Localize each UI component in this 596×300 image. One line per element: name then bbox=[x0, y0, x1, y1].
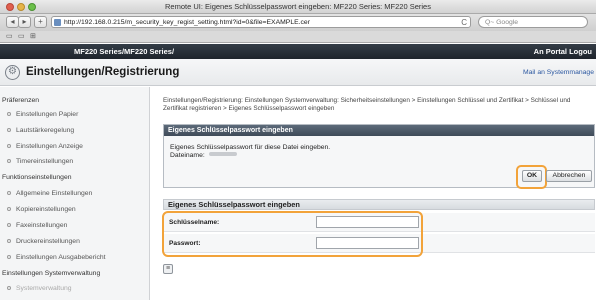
bullet-icon bbox=[7, 286, 11, 290]
favicon-icon bbox=[54, 19, 61, 26]
sidebar-item-label: Kopiereinstellungen bbox=[16, 206, 76, 213]
file-name-label: Dateiname: bbox=[170, 152, 205, 159]
settings-gear-icon: ⚙ bbox=[5, 65, 20, 80]
mail-admin-link[interactable]: Mail an Systemmanage bbox=[523, 69, 594, 76]
url-field[interactable]: http://192.168.0.215/m_security_key_regi… bbox=[51, 16, 471, 28]
bullet-icon bbox=[7, 223, 11, 227]
form-highlight bbox=[162, 211, 423, 257]
sidebar-item-label: Einstellungen Papier bbox=[16, 111, 79, 118]
sidebar-item-system-management[interactable]: Systemverwaltung bbox=[7, 285, 147, 292]
bullet-icon bbox=[7, 128, 11, 132]
top-sites-icon[interactable]: ⊞ bbox=[30, 32, 36, 40]
sidebar-item-label: Faxeinstellungen bbox=[16, 222, 68, 229]
address-toolbar: ◂ ▸ + http://192.168.0.215/m_security_ke… bbox=[0, 14, 596, 31]
sidebar-item-label: Allgemeine Einstellungen bbox=[16, 190, 93, 197]
window-title: Remote UI: Eigenes Schlüsselpasswort ein… bbox=[165, 2, 431, 11]
sidebar-item-timer[interactable]: Timereinstellungen bbox=[7, 158, 147, 165]
bookmarks-bar: ▭ ▭ ⊞ bbox=[0, 31, 596, 43]
section-title: Eigenes Schlüsselpasswort eingeben bbox=[163, 199, 595, 210]
bullet-icon bbox=[7, 191, 11, 195]
sidebar-category-preferences[interactable]: Präferenzen bbox=[2, 97, 39, 104]
menu-icon[interactable]: ≡ bbox=[163, 264, 173, 274]
sidebar-item-label: Timereinstellungen bbox=[16, 158, 74, 165]
app-header: MF220 Series/MF220 Series/ An Portal Log… bbox=[0, 44, 596, 59]
panel-title: Eigenes Schlüsselpasswort eingeben bbox=[164, 125, 594, 136]
bookmarks-icon[interactable]: ▭ bbox=[18, 32, 25, 40]
page-title-bar: ⚙ Einstellungen/Registrierung Mail an Sy… bbox=[0, 59, 596, 86]
breadcrumb: Einstellungen/Registrierung: Einstellung… bbox=[163, 97, 571, 112]
sidebar-item-label: Lautstärkeregelung bbox=[16, 127, 75, 134]
sidebar-item-paper[interactable]: Einstellungen Papier bbox=[7, 111, 147, 118]
sidebar-item-printer[interactable]: Druckereinstellungen bbox=[7, 238, 147, 245]
sidebar-item-label: Druckereinstellungen bbox=[16, 238, 80, 245]
file-name-value bbox=[208, 152, 237, 156]
portal-logout-links[interactable]: An Portal Logou bbox=[534, 47, 592, 56]
bullet-icon bbox=[7, 255, 11, 259]
panel-message: Eigenes Schlüsselpasswort für diese Date… bbox=[170, 144, 331, 151]
sidebar-item-fax[interactable]: Faxeinstellungen bbox=[7, 222, 147, 229]
reload-icon[interactable]: C bbox=[461, 17, 467, 27]
sidebar-category-system[interactable]: Einstellungen Systemverwaltung bbox=[2, 270, 100, 277]
sidebar-item-report[interactable]: Einstellungen Ausgabebericht bbox=[7, 254, 147, 261]
bullet-icon bbox=[7, 239, 11, 243]
reading-list-icon[interactable]: ▭ bbox=[6, 32, 13, 40]
url-text: http://192.168.0.215/m_security_key_regi… bbox=[64, 19, 310, 26]
page-title: Einstellungen/Registrierung bbox=[26, 66, 180, 78]
forward-button[interactable]: ▸ bbox=[18, 16, 31, 28]
bullet-icon bbox=[7, 159, 11, 163]
sidebar-item-label: Systemverwaltung bbox=[16, 285, 72, 292]
sidebar-item-copy[interactable]: Kopiereinstellungen bbox=[7, 206, 147, 213]
window-titlebar: Remote UI: Eigenes Schlüsselpasswort ein… bbox=[0, 0, 596, 14]
sidebar-item-label: Einstellungen Anzeige bbox=[16, 143, 83, 150]
ok-button[interactable]: OK bbox=[522, 170, 542, 182]
bullet-icon bbox=[7, 112, 11, 116]
search-input[interactable]: Q~ Google bbox=[478, 16, 588, 28]
sidebar-item-general[interactable]: Allgemeine Einstellungen bbox=[7, 190, 147, 197]
add-bookmark-button[interactable]: + bbox=[34, 16, 47, 28]
sidebar-item-display[interactable]: Einstellungen Anzeige bbox=[7, 143, 147, 150]
cancel-button[interactable]: Abbrechen bbox=[546, 170, 592, 182]
sidebar-item-label: Einstellungen Ausgabebericht bbox=[16, 254, 106, 261]
bullet-icon bbox=[7, 207, 11, 211]
file-name-row: Dateiname: bbox=[170, 152, 237, 159]
sidebar-category-functions[interactable]: Funktionseinstellungen bbox=[2, 174, 72, 181]
sidebar-item-volume[interactable]: Lautstärkeregelung bbox=[7, 127, 147, 134]
bullet-icon bbox=[7, 144, 11, 148]
device-name: MF220 Series/MF220 Series/ bbox=[74, 47, 175, 56]
sidebar: Präferenzen Einstellungen Papier Lautstä… bbox=[0, 87, 150, 300]
